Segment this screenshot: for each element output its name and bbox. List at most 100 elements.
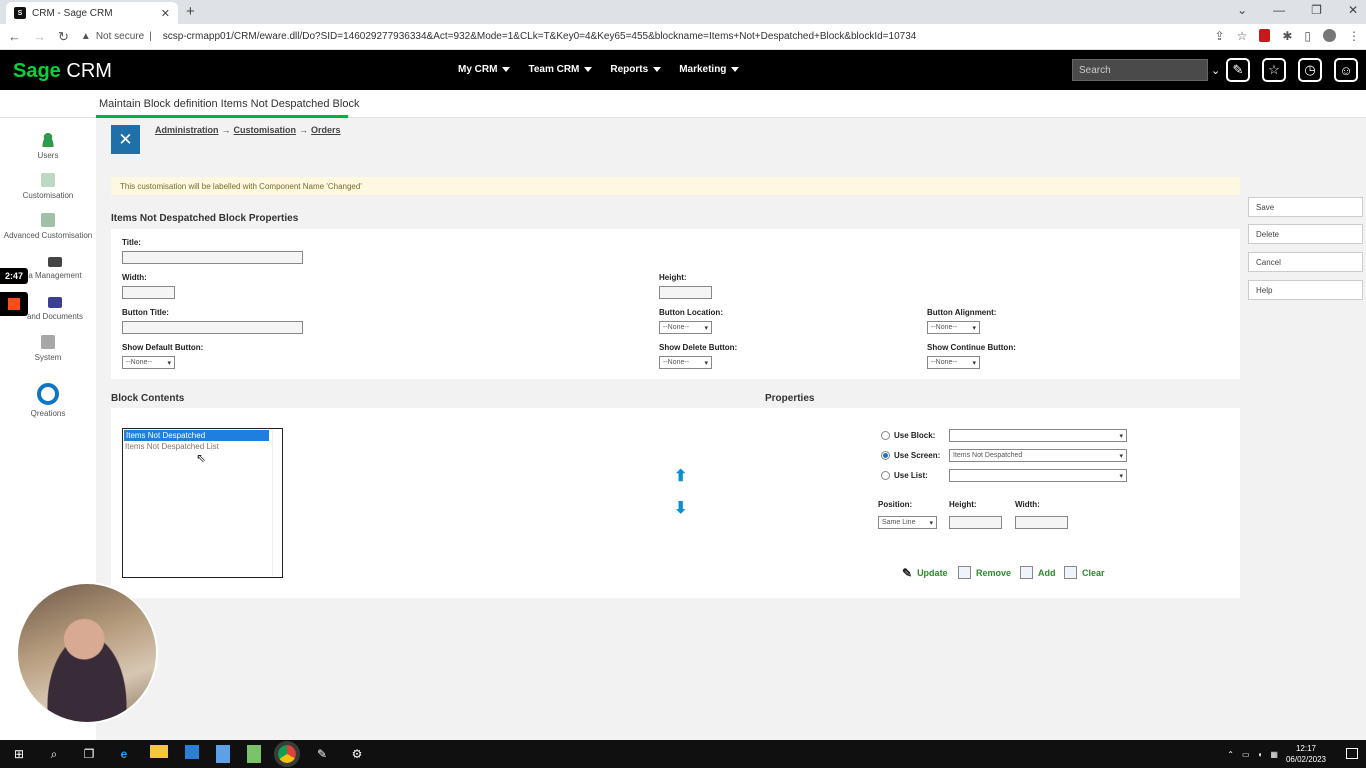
page-title: Maintain Block definition Items Not Desp… xyxy=(99,98,360,110)
chevron-down-icon: ▾ xyxy=(1119,432,1123,440)
use-list-select[interactable]: ▾ xyxy=(949,469,1127,482)
url-field[interactable]: ▲ Not secure | scsp-crmapp01/CRM/eware.d… xyxy=(81,31,916,42)
item-width-input[interactable] xyxy=(1015,516,1068,529)
use-block-radio[interactable] xyxy=(881,431,890,440)
sidebar-item-users[interactable]: Users xyxy=(0,133,96,160)
recent-icon[interactable]: ◷ xyxy=(1298,58,1322,82)
item-height-label: Height: xyxy=(949,500,977,509)
button-alignment-select[interactable]: --None-- ▾ xyxy=(927,321,980,334)
show-default-button-select[interactable]: --None-- ▾ xyxy=(122,356,175,369)
show-delete-button-select[interactable]: --None-- ▾ xyxy=(659,356,712,369)
sidebar-item-advanced-customisation[interactable]: Advanced Customisation xyxy=(0,213,96,240)
tools-icon[interactable]: ✎ xyxy=(313,745,331,763)
menu-team-crm[interactable]: Team CRM xyxy=(528,64,593,75)
chevron-down-icon[interactable]: ⌄ xyxy=(1237,3,1247,17)
use-list-radio[interactable] xyxy=(881,471,890,480)
breadcrumb-administration[interactable]: Administration xyxy=(155,125,219,135)
extensions-icon[interactable]: ✱ xyxy=(1282,29,1292,43)
search-icon[interactable]: ⌕ xyxy=(45,745,63,763)
button-title-input[interactable] xyxy=(122,321,303,334)
browser-tab[interactable]: S CRM - Sage CRM ✕ xyxy=(6,2,178,24)
add-button[interactable]: Add xyxy=(1020,566,1056,579)
taskbar-clock[interactable]: 12:17 06/02/2023 xyxy=(1286,743,1326,765)
profile-icon[interactable] xyxy=(1323,29,1336,42)
stop-recording-button[interactable] xyxy=(0,292,28,316)
sidebar-item-qreations[interactable]: Qreations xyxy=(0,383,96,418)
share-icon[interactable]: ⇪ xyxy=(1215,29,1225,43)
bookmark-star-icon[interactable]: ☆ xyxy=(1237,29,1248,43)
height-input[interactable] xyxy=(659,286,712,299)
sidebar-item-customisation[interactable]: Customisation xyxy=(0,173,96,200)
clear-button[interactable]: Clear xyxy=(1064,566,1105,579)
reload-icon[interactable]: ↻ xyxy=(58,29,69,45)
move-up-arrow-icon[interactable]: ⬆ xyxy=(674,466,687,486)
use-screen-select[interactable]: Items Not Despatched ▾ xyxy=(949,449,1127,462)
sidebar-item-system[interactable]: System xyxy=(0,335,96,362)
notifications-icon[interactable] xyxy=(1346,748,1358,759)
new-record-icon[interactable]: ✎ xyxy=(1226,58,1250,82)
address-bar: ← → ↻ ▲ Not secure | scsp-crmapp01/CRM/e… xyxy=(0,24,1366,50)
save-button[interactable]: Save xyxy=(1248,197,1363,217)
users-icon xyxy=(41,133,55,147)
chrome-icon[interactable] xyxy=(274,741,300,767)
position-label: Position: xyxy=(878,500,913,509)
pdf-extension-icon[interactable] xyxy=(1259,29,1271,42)
button-location-select[interactable]: --None-- ▾ xyxy=(659,321,712,334)
sage-crm-logo[interactable]: Sage CRM xyxy=(13,60,112,83)
use-screen-radio[interactable] xyxy=(881,451,890,460)
menu-marketing[interactable]: Marketing xyxy=(679,64,740,75)
main-content: ✕ Administration → Customisation → Order… xyxy=(96,118,1366,740)
settings-gear-icon[interactable]: ⚙ xyxy=(348,745,366,763)
item-width-label: Width: xyxy=(1015,500,1040,509)
chevron-down-icon: ▾ xyxy=(929,519,933,527)
webcam-overlay xyxy=(16,582,158,724)
internet-explorer-icon[interactable]: e xyxy=(115,745,133,763)
cancel-button[interactable]: Cancel xyxy=(1248,252,1363,272)
new-tab-icon[interactable]: + xyxy=(186,3,195,20)
documents-icon[interactable] xyxy=(216,745,230,763)
network-icon[interactable]: ▭ xyxy=(1242,750,1250,759)
close-tab-icon[interactable]: ✕ xyxy=(161,7,170,20)
delete-button[interactable]: Delete xyxy=(1248,224,1363,244)
data-management-icon xyxy=(48,257,62,267)
system-icon xyxy=(41,335,55,349)
breadcrumb-customisation[interactable]: Customisation xyxy=(234,125,297,135)
list-item[interactable]: Items Not Despatched xyxy=(123,429,270,442)
menu-my-crm[interactable]: My CRM xyxy=(458,64,511,75)
remove-button[interactable]: Remove xyxy=(958,566,1011,579)
sidepanel-icon[interactable]: ▯ xyxy=(1304,29,1311,43)
minimize-icon[interactable]: — xyxy=(1273,3,1285,17)
move-down-arrow-icon[interactable]: ⬇ xyxy=(674,498,687,518)
menu-reports[interactable]: Reports xyxy=(610,64,662,75)
title-input[interactable] xyxy=(122,251,303,264)
kebab-menu-icon[interactable]: ⋮ xyxy=(1348,29,1360,43)
app-header: Sage CRM My CRM Team CRM Reports Marketi… xyxy=(0,50,1366,90)
chevron-down-icon[interactable]: ⌄ xyxy=(1211,64,1220,77)
restore-icon[interactable]: ❐ xyxy=(1311,3,1322,17)
forward-icon[interactable]: → xyxy=(33,29,46,44)
close-window-icon[interactable]: ✕ xyxy=(1348,3,1358,17)
store-icon[interactable] xyxy=(185,745,199,759)
favourites-icon[interactable]: ☆ xyxy=(1262,58,1286,82)
listbox-scrollbar[interactable] xyxy=(272,430,281,576)
user-profile-icon[interactable]: ☺ xyxy=(1334,58,1358,82)
show-continue-button-select[interactable]: --None-- ▾ xyxy=(927,356,980,369)
help-button[interactable]: Help xyxy=(1248,280,1363,300)
chevron-up-icon[interactable]: ⌃ xyxy=(1227,750,1234,759)
chevron-down-icon: ▾ xyxy=(972,324,976,332)
mouse-cursor-icon: ⇖ xyxy=(196,451,207,465)
breadcrumb-orders[interactable]: Orders xyxy=(311,125,341,135)
item-height-input[interactable] xyxy=(949,516,1002,529)
width-input[interactable] xyxy=(122,286,175,299)
position-select[interactable]: Same Line ▾ xyxy=(878,516,937,529)
windows-start-icon[interactable]: ⊞ xyxy=(10,745,28,763)
task-view-icon[interactable]: ❐ xyxy=(80,745,98,763)
language-icon[interactable]: ▦ xyxy=(1270,750,1278,759)
volume-icon[interactable]: ◖ xyxy=(1258,750,1263,759)
use-block-select[interactable]: ▾ xyxy=(949,429,1127,442)
notepad-plus-icon[interactable] xyxy=(247,745,261,763)
back-icon[interactable]: ← xyxy=(8,29,21,44)
file-explorer-icon[interactable] xyxy=(150,745,168,758)
update-button[interactable]: ✎ Update xyxy=(902,566,948,580)
search-input[interactable] xyxy=(1079,64,1211,76)
